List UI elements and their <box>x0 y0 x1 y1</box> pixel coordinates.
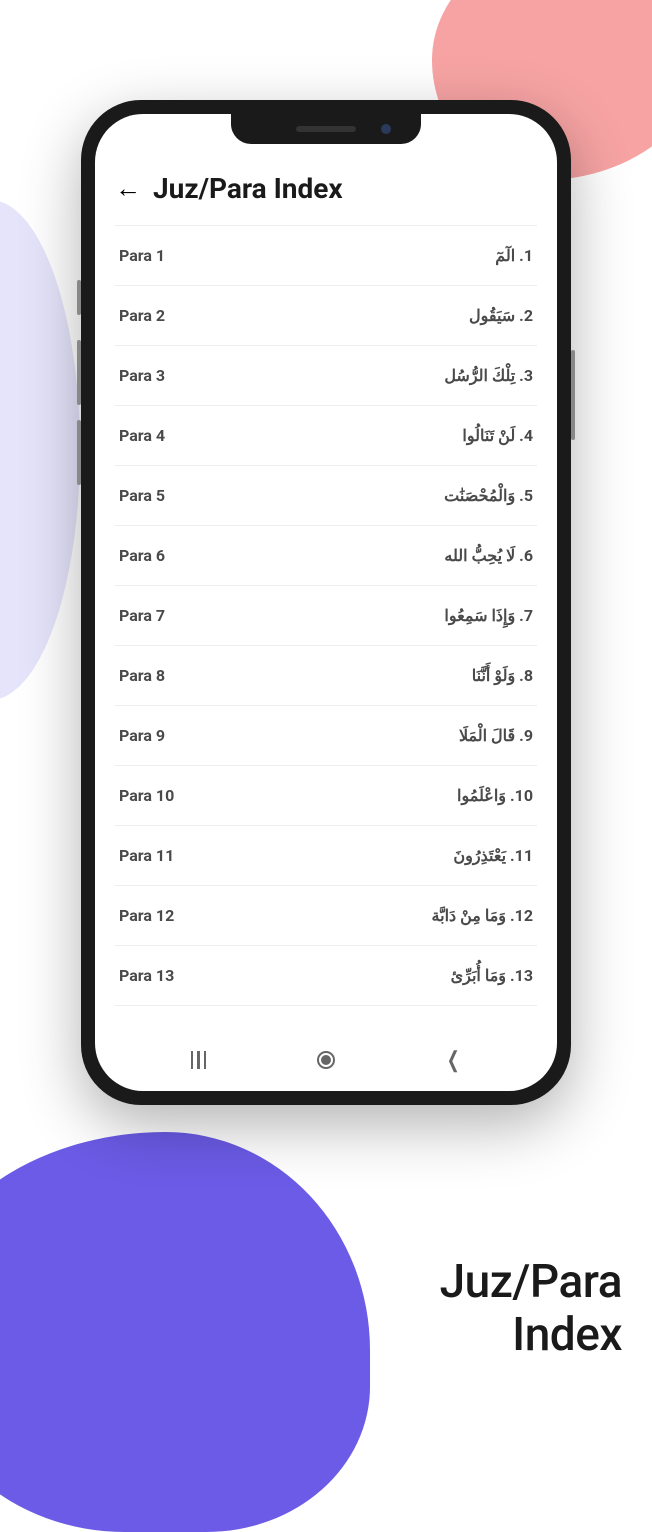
list-item[interactable]: Para 10 10. وَاعْلَمُوا <box>115 766 537 826</box>
para-arabic-name: 11. يَعْتَذِرُونَ <box>453 846 533 865</box>
list-item[interactable]: Para 4 4. لَنْ تَنَالُوا <box>115 406 537 466</box>
phone-camera <box>381 124 391 134</box>
para-label: Para 8 <box>119 666 165 685</box>
list-item[interactable]: Para 9 9. قَالَ الْمَلَا <box>115 706 537 766</box>
list-item[interactable]: Para 5 5. وَالْمُحْصَنَٰت <box>115 466 537 526</box>
list-item[interactable]: Para 8 8. وَلَوْ أَنَّنَا <box>115 646 537 706</box>
phone-mute-switch <box>77 280 81 315</box>
caption-line-1: Juz/Para <box>440 1256 622 1309</box>
para-arabic-name: 6. لَا يُحِبُّ الله <box>444 546 533 565</box>
phone-notch <box>231 114 421 144</box>
list-item[interactable]: Para 12 12. وَمَا مِنْ دَابَّة <box>115 886 537 946</box>
page-title: Juz/Para Index <box>153 172 343 205</box>
para-label: Para 7 <box>119 606 165 625</box>
recent-icon <box>191 1051 207 1069</box>
bg-blob-lavender <box>0 200 80 700</box>
para-arabic-name: 5. وَالْمُحْصَنَٰت <box>444 486 533 505</box>
app-header: ← Juz/Para Index <box>95 154 557 215</box>
list-item[interactable]: Para 6 6. لَا يُحِبُّ الله <box>115 526 537 586</box>
list-item[interactable]: Para 7 7. وَإِذَا سَمِعُوا <box>115 586 537 646</box>
para-label: Para 10 <box>119 786 174 805</box>
para-label: Para 9 <box>119 726 165 745</box>
phone-volume-up <box>77 340 81 405</box>
bg-blob-purple <box>0 1132 370 1532</box>
caption-line-2: Index <box>440 1309 622 1362</box>
para-label: Para 12 <box>119 906 174 925</box>
back-arrow-icon[interactable]: ← <box>115 176 141 202</box>
para-label: Para 1 <box>119 246 165 265</box>
back-icon: ❮ <box>447 1048 460 1073</box>
list-item[interactable]: Para 13 13. وَمَا أُبَرِّئ <box>115 946 537 1006</box>
phone-volume-down <box>77 420 81 485</box>
android-nav-bar: ❮ <box>95 1032 557 1091</box>
phone-speaker <box>296 126 356 132</box>
para-arabic-name: 7. وَإِذَا سَمِعُوا <box>444 606 533 625</box>
para-arabic-name: 9. قَالَ الْمَلَا <box>459 726 533 745</box>
para-arabic-name: 4. لَنْ تَنَالُوا <box>462 426 533 445</box>
list-item[interactable]: Para 2 2. سَيَقُول <box>115 286 537 346</box>
nav-back-button[interactable]: ❮ <box>440 1047 466 1073</box>
list-item[interactable]: Para 11 11. يَعْتَذِرُونَ <box>115 826 537 886</box>
para-arabic-name: 12. وَمَا مِنْ دَابَّة <box>432 906 533 925</box>
para-arabic-name: 1. الٓمٓ <box>495 246 533 265</box>
para-arabic-name: 13. وَمَا أُبَرِّئ <box>451 966 533 985</box>
list-item[interactable]: Para 3 3. تِلْكَ الرُّسُل <box>115 346 537 406</box>
phone-screen: ← Juz/Para Index Para 1 1. الٓمٓ Para 2 2. … <box>95 114 557 1091</box>
para-label: Para 6 <box>119 546 165 565</box>
para-arabic-name: 8. وَلَوْ أَنَّنَا <box>472 666 533 685</box>
para-label: Para 13 <box>119 966 174 985</box>
nav-home-button[interactable] <box>313 1047 339 1073</box>
para-arabic-name: 2. سَيَقُول <box>469 306 533 325</box>
para-label: Para 4 <box>119 426 165 445</box>
list-item[interactable]: Para 1 1. الٓمٓ <box>115 225 537 286</box>
para-arabic-name: 10. وَاعْلَمُوا <box>457 786 533 805</box>
para-label: Para 3 <box>119 366 165 385</box>
para-arabic-name: 3. تِلْكَ الرُّسُل <box>444 366 533 385</box>
app-content: ← Juz/Para Index Para 1 1. الٓمٓ Para 2 2. … <box>95 154 557 1091</box>
home-icon <box>317 1051 335 1069</box>
para-label: Para 11 <box>119 846 174 865</box>
para-label: Para 5 <box>119 486 165 505</box>
promo-caption: Juz/Para Index <box>440 1256 622 1362</box>
phone-power-button <box>571 350 575 440</box>
para-list[interactable]: Para 1 1. الٓمٓ Para 2 2. سَيَقُول Para 3 3. … <box>95 215 557 1032</box>
phone-frame: ← Juz/Para Index Para 1 1. الٓمٓ Para 2 2. … <box>81 100 571 1105</box>
para-label: Para 2 <box>119 306 165 325</box>
nav-recent-button[interactable] <box>186 1047 212 1073</box>
